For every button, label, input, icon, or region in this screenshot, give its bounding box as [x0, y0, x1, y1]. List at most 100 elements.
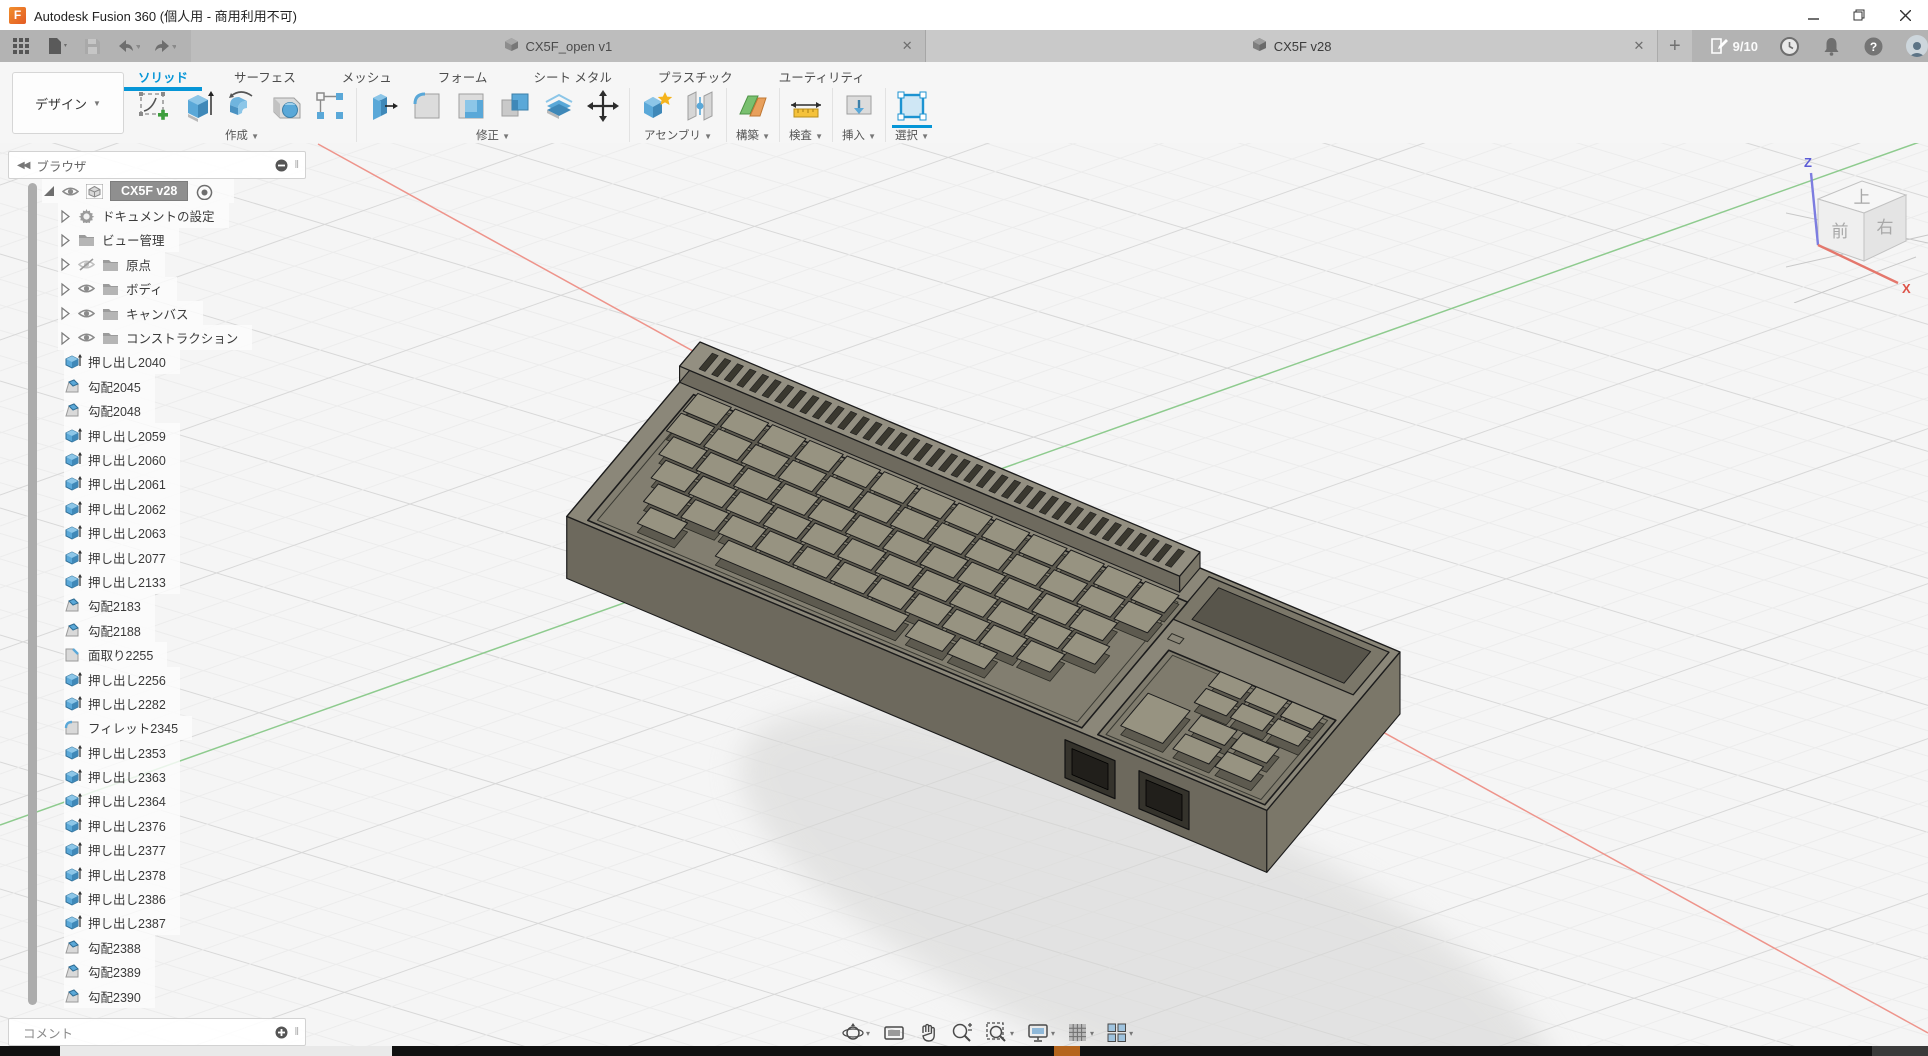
- feature-row-extrude[interactable]: 押し出し2059: [64, 423, 180, 447]
- expander-icon[interactable]: [58, 331, 72, 345]
- feature-label[interactable]: 勾配2388: [88, 938, 141, 957]
- browser-root-row[interactable]: CX5F v28: [42, 179, 234, 203]
- browser-folder-label[interactable]: ボディ: [126, 279, 163, 298]
- group-label-select[interactable]: 選択 ▼: [895, 127, 929, 143]
- avatar[interactable]: [1906, 35, 1928, 57]
- offset-face-icon[interactable]: [539, 87, 579, 128]
- ribbon-tab-5[interactable]: シート メタル: [527, 64, 617, 88]
- ribbon-tab-6[interactable]: プラスチック: [652, 64, 739, 88]
- job-status-badge[interactable]: 9/10: [1710, 37, 1758, 55]
- feature-label[interactable]: 押し出し2063: [88, 523, 166, 542]
- feature-row-extrude[interactable]: 押し出し2256: [64, 667, 180, 691]
- expander-icon[interactable]: [58, 257, 72, 271]
- visibility-eye-off-icon[interactable]: [78, 257, 95, 272]
- feature-label[interactable]: 押し出し2133: [88, 572, 166, 591]
- ribbon-tab-3[interactable]: メッシュ: [336, 64, 398, 88]
- feature-label[interactable]: 押し出し2386: [88, 889, 166, 908]
- add-comment-icon[interactable]: [275, 1026, 288, 1039]
- feature-row-extrude[interactable]: 押し出し2386: [64, 886, 180, 910]
- visibility-eye-icon[interactable]: [78, 281, 95, 296]
- browser-panel-header[interactable]: ◀◀ ブラウザ ‖: [8, 151, 306, 179]
- restore-button[interactable]: [1836, 0, 1882, 30]
- feature-row-extrude[interactable]: 押し出し2060: [64, 447, 180, 471]
- feature-label[interactable]: 勾配2048: [88, 401, 141, 420]
- feature-label[interactable]: 押し出し2377: [88, 840, 166, 859]
- feature-label[interactable]: 勾配2390: [88, 987, 141, 1006]
- new-component-icon[interactable]: [636, 87, 676, 128]
- feature-row-extrude[interactable]: 押し出し2376: [64, 813, 180, 837]
- joint-icon[interactable]: [680, 87, 720, 128]
- viewports-icon[interactable]: ▾: [1103, 1021, 1137, 1045]
- fit-icon[interactable]: ▾: [982, 1020, 1018, 1046]
- view-cube[interactable]: 上 前 右 Z X: [1786, 147, 1928, 308]
- feature-label[interactable]: 押し出し2059: [88, 426, 166, 445]
- ribbon-tab-7[interactable]: ユーティリティ: [773, 64, 871, 88]
- feature-row-extrude[interactable]: 押し出し2061: [64, 472, 180, 496]
- browser-folder-row[interactable]: コンストラクション: [58, 325, 252, 349]
- feature-row-draft[interactable]: 勾配2183: [64, 594, 155, 618]
- feature-label[interactable]: 押し出し2040: [88, 352, 166, 371]
- feature-label[interactable]: 押し出し2077: [88, 548, 166, 567]
- combine-icon[interactable]: [495, 87, 535, 128]
- insert-icon[interactable]: [839, 87, 879, 128]
- feature-label[interactable]: 押し出し2378: [88, 865, 166, 884]
- feature-row-extrude[interactable]: 押し出し2377: [64, 838, 180, 862]
- feature-label[interactable]: 押し出し2364: [88, 791, 166, 810]
- viewport-canvas[interactable]: [0, 143, 1928, 1046]
- feature-label[interactable]: 押し出し2376: [88, 816, 166, 835]
- feature-label[interactable]: 押し出し2061: [88, 474, 166, 493]
- feature-row-draft[interactable]: 勾配2390: [64, 984, 155, 1008]
- browser-scrollbar[interactable]: [28, 183, 37, 1005]
- save-icon[interactable]: [77, 33, 107, 59]
- measure-icon[interactable]: [786, 87, 826, 128]
- browser-folder-row[interactable]: ビュー管理: [58, 228, 179, 252]
- feature-label[interactable]: 押し出し2353: [88, 743, 166, 762]
- ribbon-tab-2[interactable]: サーフェス: [228, 64, 302, 88]
- panel-grip[interactable]: ‖: [294, 159, 299, 171]
- workspace-selector[interactable]: デザイン▼: [12, 72, 124, 134]
- feature-label[interactable]: 押し出し2282: [88, 694, 166, 713]
- pan-icon[interactable]: [914, 1021, 942, 1045]
- feature-row-draft[interactable]: 勾配2048: [64, 399, 155, 423]
- feature-row-draft[interactable]: 勾配2389: [64, 960, 155, 984]
- feature-label[interactable]: 押し出し2256: [88, 670, 166, 689]
- feature-row-extrude[interactable]: 押し出し2364: [64, 789, 180, 813]
- rectangular-pattern-icon[interactable]: [310, 87, 350, 128]
- browser-folder-row[interactable]: ドキュメントの設定: [58, 203, 229, 227]
- panel-grip[interactable]: ‖: [294, 1026, 299, 1038]
- expander-icon[interactable]: [58, 209, 72, 223]
- tab-close-icon[interactable]: ✕: [1631, 38, 1647, 54]
- close-button[interactable]: [1882, 0, 1928, 30]
- feature-label[interactable]: 押し出し2363: [88, 767, 166, 786]
- minimize-button[interactable]: [1790, 0, 1836, 30]
- feature-row-extrude[interactable]: 押し出し2353: [64, 740, 180, 764]
- collapse-panel-icon[interactable]: ◀◀: [17, 160, 28, 171]
- feature-row-fillet[interactable]: フィレット2345: [64, 716, 192, 740]
- select-tool-icon[interactable]: [892, 87, 932, 128]
- feature-row-extrude[interactable]: 押し出し2133: [64, 569, 180, 593]
- construction-plane-icon[interactable]: [733, 87, 773, 128]
- feature-label[interactable]: 押し出し2060: [88, 450, 166, 469]
- document-tab-inactive[interactable]: CX5F_open v1 ✕: [191, 30, 927, 62]
- feature-label[interactable]: 押し出し2062: [88, 499, 166, 518]
- create-sketch-icon[interactable]: [134, 87, 174, 128]
- feature-row-extrude[interactable]: 押し出し2363: [64, 764, 180, 788]
- group-label-construct[interactable]: 構築 ▼: [736, 127, 770, 143]
- feature-row-extrude[interactable]: 押し出し2040: [64, 350, 180, 374]
- expander-icon[interactable]: [58, 282, 72, 296]
- help-icon[interactable]: ?: [1864, 36, 1884, 56]
- shell-tool-icon[interactable]: [451, 87, 491, 128]
- feature-label[interactable]: フィレット2345: [88, 718, 178, 737]
- browser-folder-row[interactable]: 原点: [58, 252, 165, 276]
- browser-folder-label[interactable]: ドキュメントの設定: [102, 206, 215, 225]
- browser-folder-row[interactable]: ボディ: [58, 277, 177, 301]
- group-label-modify[interactable]: 修正 ▼: [476, 127, 510, 143]
- expander-icon[interactable]: [42, 184, 56, 198]
- ribbon-tab-4[interactable]: フォーム: [432, 64, 494, 88]
- press-pull-icon[interactable]: [363, 87, 403, 128]
- new-tab-button[interactable]: +: [1657, 30, 1692, 62]
- browser-folder-label[interactable]: コンストラクション: [126, 328, 238, 347]
- visibility-eye-icon[interactable]: [78, 306, 95, 321]
- fillet-tool-icon[interactable]: [407, 87, 447, 128]
- clock-icon[interactable]: [1780, 36, 1800, 56]
